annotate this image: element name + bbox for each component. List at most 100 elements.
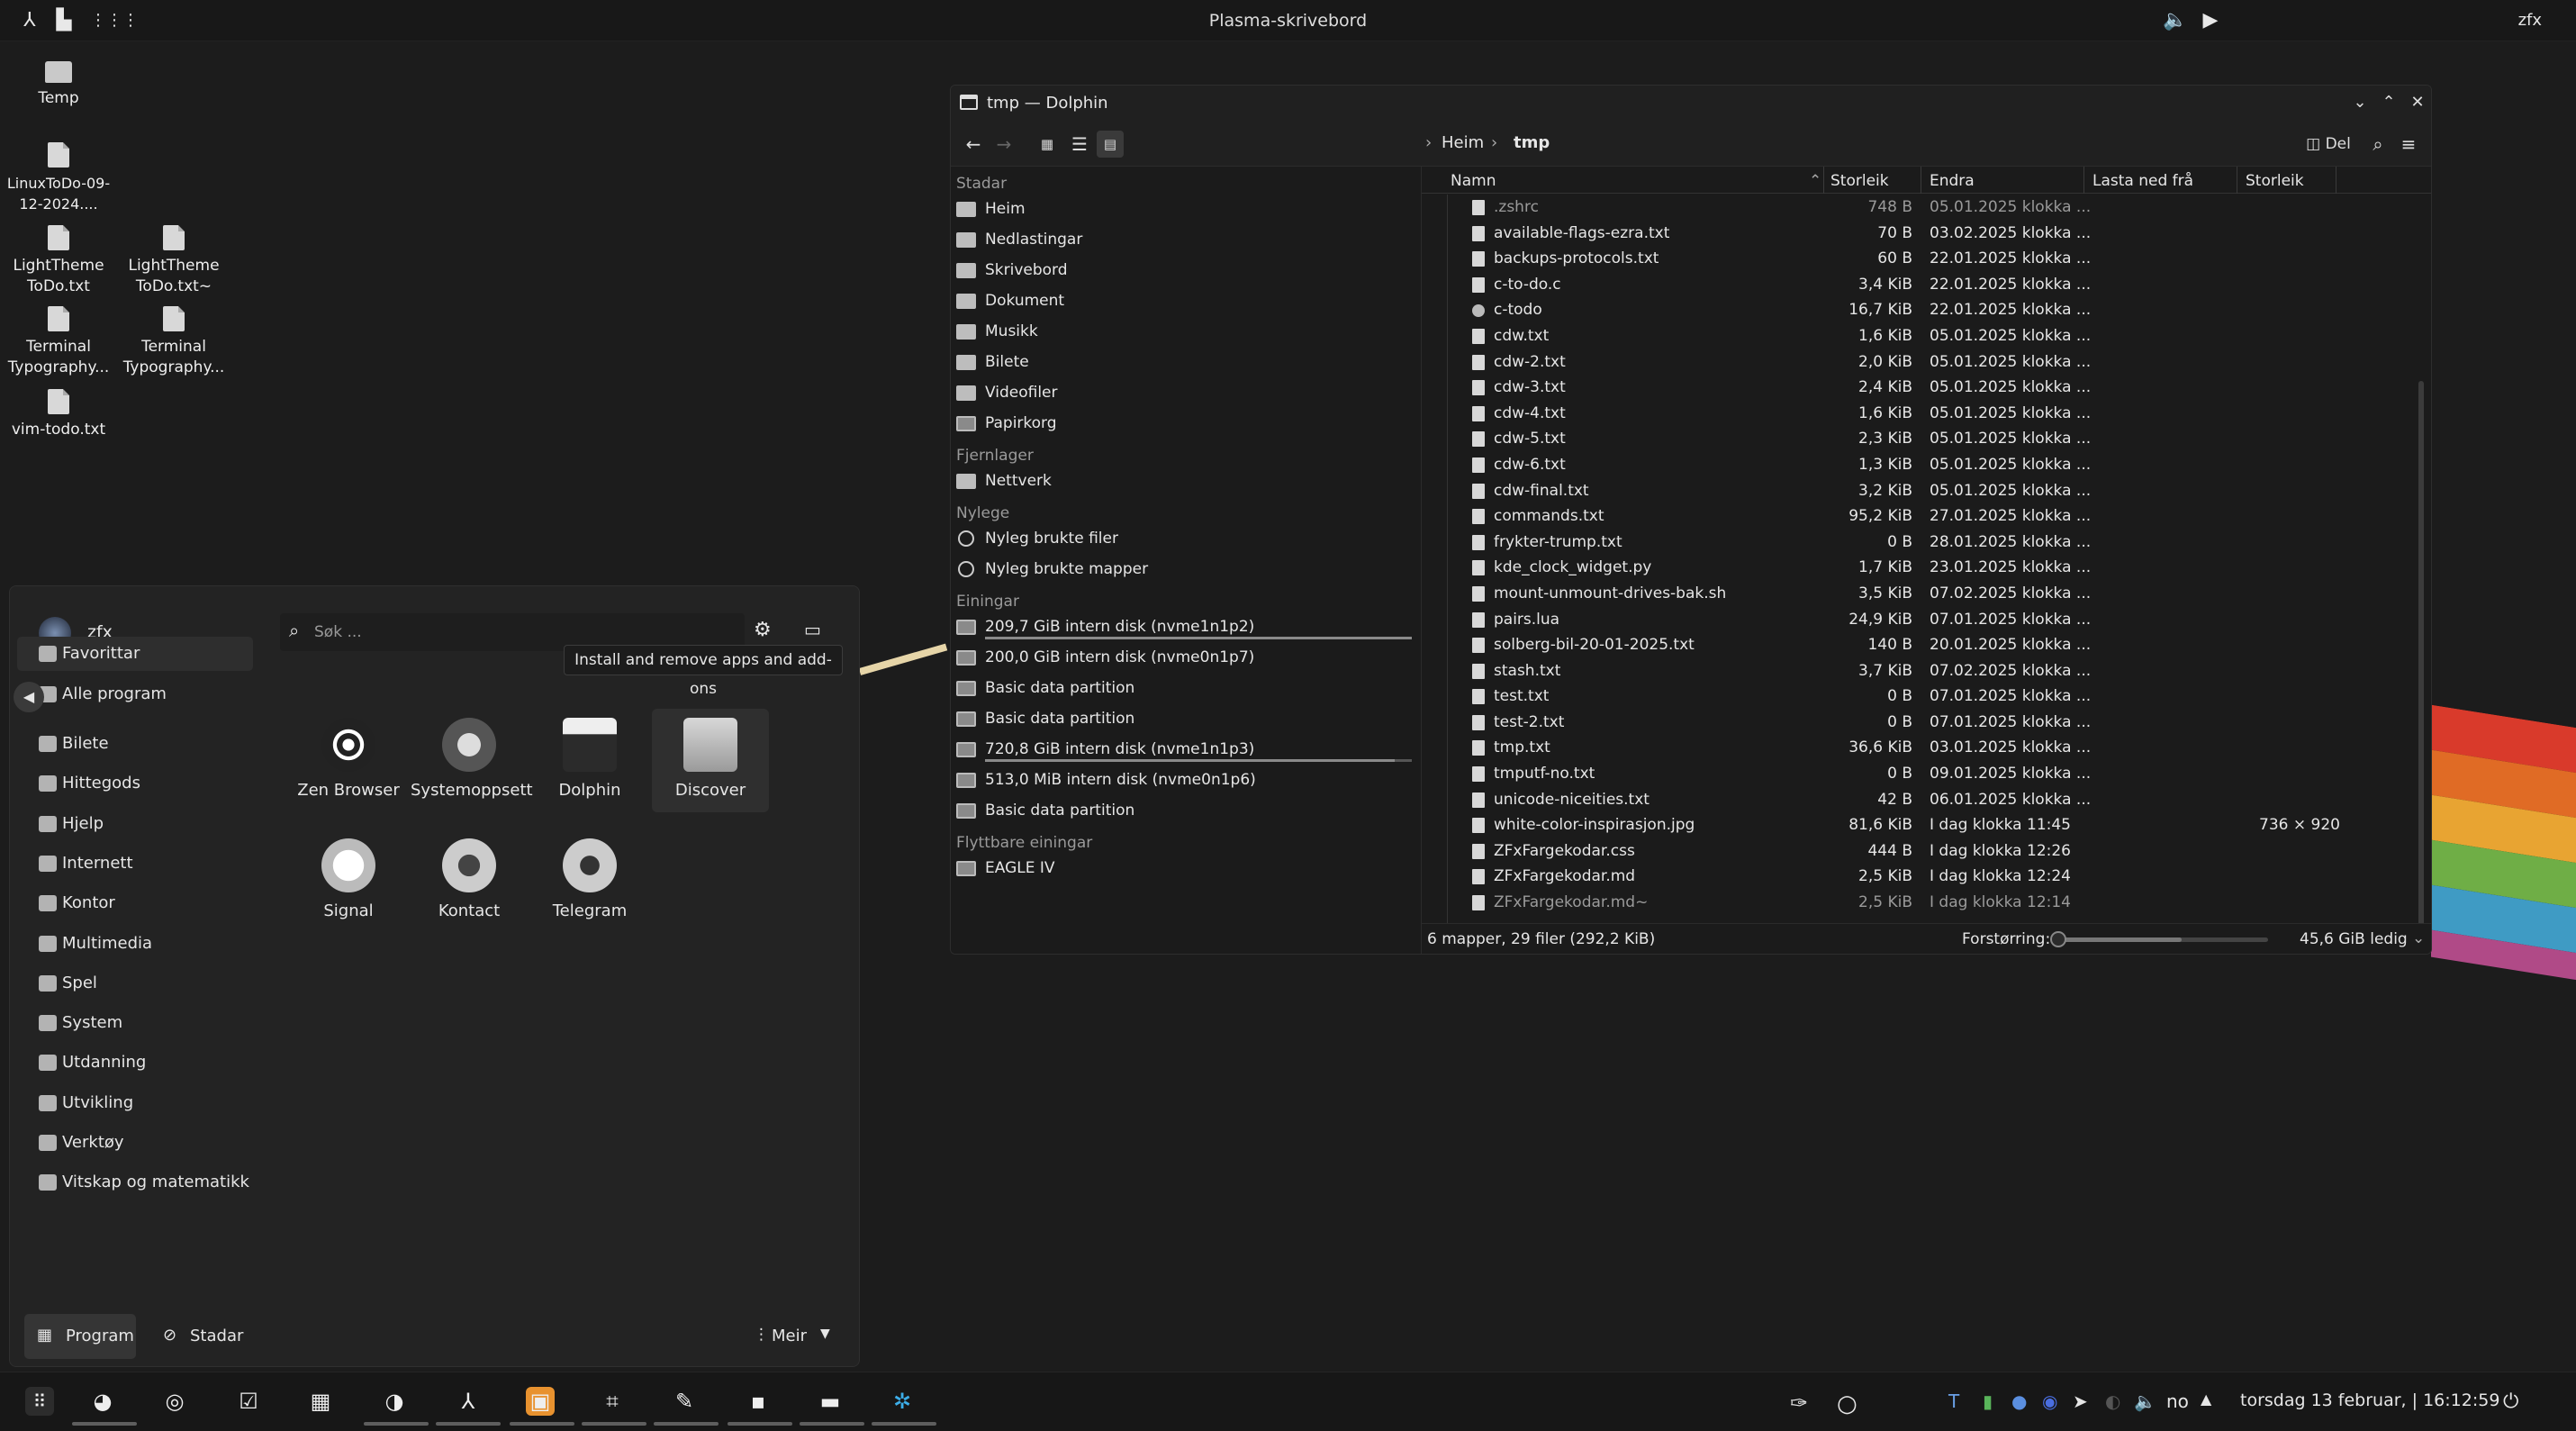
file-row[interactable]: cdw-4.txt 1,6 KiB 05.01.2025 klokka ... <box>1422 401 2431 427</box>
desktop-icon-lighttheme-bak[interactable]: LightTheme ToDo.txt~ <box>115 225 232 297</box>
places-item[interactable]: Dokument <box>951 285 1419 316</box>
places-item[interactable]: Nedlastingar <box>951 224 1419 255</box>
app-tile[interactable]: Discover <box>652 709 769 812</box>
file-row[interactable]: cdw-6.txt 1,3 KiB 05.01.2025 klokka ... <box>1422 452 2431 478</box>
desktop-icon-temp[interactable]: Temp <box>0 61 117 109</box>
file-row[interactable]: frykter-trump.txt 0 B 28.01.2025 klokka ..… <box>1422 530 2431 556</box>
app-tile[interactable]: Kontact <box>411 838 528 920</box>
category-item[interactable]: System <box>17 1006 253 1040</box>
taskbar-app-editor-icon[interactable]: ✎ <box>670 1387 699 1416</box>
file-row[interactable]: backups-protocols.txt 60 B 22.01.2025 klok… <box>1422 246 2431 272</box>
column-size-2[interactable]: Storleik <box>2246 172 2304 190</box>
tray-expand-icon[interactable]: ▲ <box>2201 1390 2211 1408</box>
file-row[interactable]: unicode-niceities.txt 42 B 06.01.2025 klok… <box>1422 787 2431 813</box>
places-item[interactable]: 720,8 GiB intern disk (nvme1n1p3) <box>951 734 1419 765</box>
taskbar-app-konsole-icon[interactable]: ▪ <box>744 1387 773 1416</box>
forward-icon[interactable]: → <box>990 131 1017 158</box>
column-downloaded-from[interactable]: Lasta ned frå <box>2092 172 2193 190</box>
app-tile[interactable]: Systemoppsett <box>411 718 533 800</box>
app-tile[interactable]: Telegram <box>531 838 648 920</box>
category-item[interactable]: Bilete <box>17 727 253 761</box>
tray-telegram-icon[interactable]: ➤ <box>2073 1390 2088 1412</box>
taskbar-app-zen-icon[interactable]: ◎ <box>160 1387 189 1416</box>
file-row[interactable]: cdw-5.txt 2,3 KiB 05.01.2025 klokka ... <box>1422 426 2431 452</box>
hamburger-menu-icon[interactable]: ≡ <box>2395 131 2422 158</box>
places-item[interactable]: Bilete <box>951 347 1419 377</box>
category-item[interactable]: Internett <box>17 847 253 881</box>
taskbar-app-calendar-icon[interactable]: ▦ <box>306 1387 335 1416</box>
category-item[interactable]: Hjelp <box>17 807 253 841</box>
taskbar-app-browser-icon[interactable]: ◕ <box>88 1387 117 1416</box>
taskbar-app-terminal-k-icon[interactable]: ⌗ <box>598 1387 627 1416</box>
desktop-icon-terminal-typography-2[interactable]: Terminal Typography... <box>115 306 232 378</box>
circle-icon[interactable]: ○ <box>1837 1390 1857 1417</box>
places-item[interactable]: Papirkorg <box>951 408 1419 439</box>
app-tile[interactable]: Dolphin <box>531 718 648 800</box>
tray-network-icon[interactable]: ◐ <box>2105 1390 2120 1412</box>
more-button[interactable]: ⋮ Meir ▼ <box>754 1314 844 1359</box>
compact-view-icon[interactable]: ☰ <box>1066 131 1093 158</box>
file-row[interactable]: test-2.txt 0 B 07.01.2025 klokka ... <box>1422 710 2431 736</box>
file-row[interactable]: c-todo 16,7 KiB 22.01.2025 klokka ... <box>1422 297 2431 323</box>
maximize-icon[interactable]: ⌃ <box>2377 91 2400 114</box>
file-row[interactable]: ZFxFargekodar.css 444 B I dag klokka 12:26 <box>1422 838 2431 865</box>
tray-lock-icon[interactable]: ▮ <box>1983 1390 1993 1412</box>
volume-icon[interactable]: 🔈 <box>2134 1390 2156 1412</box>
taskbar-app-thunderbird-icon[interactable]: ◑ <box>380 1387 409 1416</box>
file-row[interactable]: cdw-final.txt 3,2 KiB 05.01.2025 klokka ..… <box>1422 478 2431 504</box>
file-row[interactable]: ZFxFargekodar.md 2,5 KiB I dag klokka 12:2… <box>1422 864 2431 890</box>
tray-bluetooth-icon[interactable]: ● <box>2011 1390 2027 1412</box>
file-row[interactable]: pairs.lua 24,9 KiB 07.01.2025 klokka ... <box>1422 607 2431 633</box>
category-item[interactable]: Kontor <box>17 886 253 920</box>
power-icon[interactable]: ⏻ <box>2503 1390 2518 1413</box>
category-item[interactable]: Verktøy <box>17 1126 253 1160</box>
category-item[interactable]: Spel <box>17 966 253 1001</box>
file-row[interactable]: cdw-2.txt 2,0 KiB 05.01.2025 klokka ... <box>1422 349 2431 376</box>
dolphin-window[interactable]: tmp — Dolphin ⌄ ⌃ ✕ ← → ▦ ☰ ▤ › Heim › t… <box>950 85 2432 955</box>
file-row[interactable]: stash.txt 3,7 KiB 07.02.2025 klokka ... <box>1422 658 2431 684</box>
launcher-grid-icon[interactable]: ⠿ <box>25 1387 54 1416</box>
places-item[interactable]: Nettverk <box>951 466 1419 496</box>
file-row[interactable]: kde_clock_widget.py 1,7 KiB 23.01.2025 klo… <box>1422 555 2431 581</box>
taskbar-app-dolphin-icon[interactable]: ▬ <box>816 1387 845 1416</box>
desktop-icon-terminal-typography[interactable]: Terminal Typography... <box>0 306 117 378</box>
places-item[interactable]: Nyleg brukte mapper <box>951 554 1419 584</box>
volume-icon[interactable]: 🔈 <box>2163 9 2187 32</box>
app-tile[interactable]: Zen Browser <box>290 718 407 800</box>
file-row[interactable]: available-flags-ezra.txt 70 B 03.02.2025 k… <box>1422 221 2431 247</box>
places-item[interactable]: Basic data partition <box>951 673 1419 703</box>
places-item[interactable]: Basic data partition <box>951 703 1419 734</box>
category-item[interactable]: Favorittar <box>17 637 253 671</box>
free-space[interactable]: 45,6 GiB ledig <box>2300 930 2408 948</box>
back-icon[interactable]: ← <box>960 131 987 158</box>
zoom-slider[interactable] <box>2050 931 2268 947</box>
file-row[interactable]: commands.txt 95,2 KiB 27.01.2025 klokka ..… <box>1422 503 2431 530</box>
keyboard-layout[interactable]: no <box>2166 1390 2189 1412</box>
breadcrumb-current[interactable]: tmp <box>1514 133 1550 152</box>
file-row[interactable]: mount-unmount-drives-bak.sh 3,5 KiB 07.02.… <box>1422 581 2431 607</box>
places-item[interactable]: Heim <box>951 194 1419 224</box>
chevron-down-icon[interactable]: ⌄ <box>2412 929 2425 947</box>
scrollbar[interactable] <box>2418 381 2424 954</box>
category-item[interactable]: Multimedia <box>17 927 253 961</box>
search-icon[interactable]: ⌕ <box>2364 131 2391 158</box>
places-item[interactable]: 200,0 GiB intern disk (nvme0n1p7) <box>951 642 1419 673</box>
file-row[interactable]: tmputf-no.txt 0 B 09.01.2025 klokka ... <box>1422 761 2431 787</box>
file-row[interactable]: cdw-3.txt 2,4 KiB 05.01.2025 klokka ... <box>1422 375 2431 401</box>
category-item[interactable]: Alle program <box>17 677 253 711</box>
collapse-sidebar-icon[interactable]: ◀ <box>14 682 44 712</box>
category-item[interactable]: Utvikling <box>17 1086 253 1120</box>
breadcrumb-home[interactable]: Heim <box>1442 133 1484 152</box>
window-titlebar[interactable]: tmp — Dolphin ⌄ ⌃ ✕ <box>951 86 2431 120</box>
column-size[interactable]: Storleik <box>1830 172 1889 190</box>
split-button[interactable]: ◫ Del <box>2300 131 2357 158</box>
column-modified[interactable]: Endra <box>1930 172 1975 190</box>
file-row[interactable]: cdw.txt 1,6 KiB 05.01.2025 klokka ... <box>1422 323 2431 349</box>
category-item[interactable]: Hittegods <box>17 766 253 801</box>
minimize-icon[interactable]: ⌄ <box>2348 91 2372 114</box>
taskbar-app-settings-icon[interactable]: ✲ <box>888 1387 917 1416</box>
desktop-icon-vim-todo[interactable]: vim-todo.txt <box>0 389 117 440</box>
tray-teams-icon[interactable]: T <box>1948 1390 1959 1412</box>
pin-window-icon[interactable]: ▭ <box>804 619 821 640</box>
file-row[interactable]: .zshrc 748 B 05.01.2025 klokka ... <box>1422 195 2431 221</box>
